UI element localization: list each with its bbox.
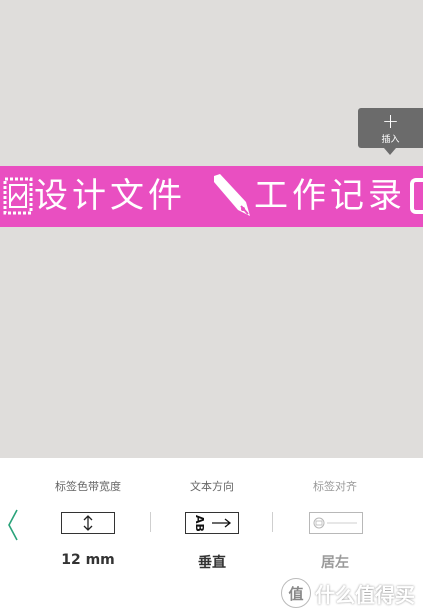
settings-panel: 标签色带宽度 12 mm 文本方向 AB 垂直 标签对齐 居左 值 什么值得买: [0, 458, 423, 616]
plus-icon: +: [382, 108, 399, 133]
watermark-text: 什么值得买: [315, 582, 415, 607]
tape-width-title: 标签色带宽度: [55, 480, 121, 493]
text-direction-value: 垂直: [198, 555, 226, 571]
text-direction-option[interactable]: AB: [185, 512, 239, 534]
fountain-pen-icon: [214, 174, 250, 216]
tape-next-segment-icon: [410, 178, 423, 214]
tape-text-segment-2: 工作记录: [254, 176, 406, 216]
divider: [272, 512, 273, 532]
svg-text:AB: AB: [193, 515, 206, 531]
watermark-logo: 值: [281, 578, 311, 608]
label-align-title: 标签对齐: [313, 480, 357, 493]
stamp-icon: [3, 177, 33, 215]
label-tape[interactable]: 设计文件 工作记录: [0, 166, 423, 227]
vertical-arrows-icon: [83, 515, 93, 531]
ab-vertical-icon: AB: [193, 515, 232, 531]
label-align-option[interactable]: [309, 512, 363, 534]
tape-width-option[interactable]: [61, 512, 115, 534]
label-canvas: + 插入 设计文件 工作记录: [0, 0, 423, 458]
divider: [150, 512, 151, 532]
align-left-preview-icon: [313, 517, 357, 529]
insert-button[interactable]: + 插入: [358, 108, 423, 155]
tape-width-value: 12 mm: [61, 552, 115, 568]
watermark: 值 什么值得买: [281, 578, 415, 608]
text-direction-title: 文本方向: [190, 480, 234, 493]
chevron-left-icon[interactable]: [6, 508, 20, 542]
label-align-value: 居左: [321, 555, 349, 571]
insert-button-label: 插入: [381, 134, 400, 145]
tape-text-segment-1: 设计文件: [34, 176, 186, 216]
